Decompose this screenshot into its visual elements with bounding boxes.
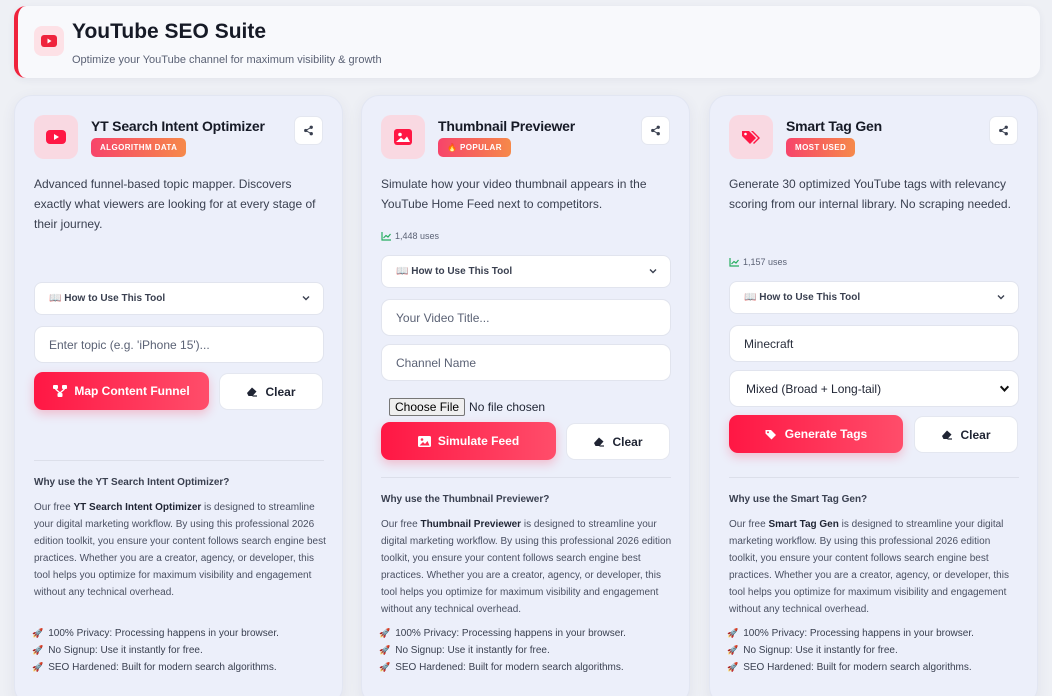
- simulate-feed-button[interactable]: Simulate Feed: [381, 422, 556, 460]
- file-status: No file chosen: [469, 400, 546, 414]
- chevron-down-icon: [302, 296, 310, 301]
- divider: [34, 460, 324, 461]
- card-title: Thumbnail Previewer: [438, 118, 576, 134]
- rocket-icon: 🚀: [727, 662, 739, 672]
- image-icon: [417, 435, 431, 447]
- why-body: Our free Thumbnail Previewer is designed…: [381, 519, 672, 615]
- why-title: Why use the YT Search Intent Optimizer?: [34, 477, 230, 488]
- sitemap-icon: [53, 385, 68, 397]
- why-title: Why use the Smart Tag Gen?: [729, 494, 868, 505]
- chevron-down-icon: [997, 295, 1005, 300]
- rocket-icon: 🚀: [727, 645, 739, 655]
- tag-mode-select[interactable]: Mixed (Broad + Long-tail): [729, 370, 1019, 407]
- how-to-use-toggle[interactable]: 📖 How to Use This Tool: [34, 282, 324, 315]
- why-body: Our free Smart Tag Gen is designed to st…: [729, 519, 1009, 615]
- choose-file-button[interactable]: Choose File: [389, 398, 466, 416]
- how-to-label: 📖 How to Use This Tool: [744, 292, 861, 303]
- rocket-icon: 🚀: [379, 662, 391, 672]
- feature-item: 🚀 No Signup: Use it instantly for free.: [32, 645, 203, 656]
- button-label: Map Content Funnel: [74, 384, 190, 398]
- how-to-label: 📖 How to Use This Tool: [396, 266, 513, 277]
- clear-button[interactable]: Clear: [219, 373, 323, 410]
- chevron-down-icon: [999, 385, 1010, 392]
- keyword-input[interactable]: Minecraft: [729, 325, 1019, 362]
- video-title-placeholder: Your Video Title...: [396, 310, 490, 325]
- youtube-play-icon: [34, 115, 78, 159]
- how-to-use-toggle[interactable]: 📖 How to Use This Tool: [729, 281, 1019, 314]
- feature-item: 🚀 SEO Hardened: Built for modern search a…: [727, 662, 972, 673]
- divider: [729, 477, 1019, 478]
- category-badge: ALGORITHM DATA: [91, 138, 187, 157]
- tag-mode-value: Mixed (Broad + Long-tail): [746, 381, 882, 396]
- youtube-logo-icon: [34, 26, 64, 56]
- feature-item: 🚀 No Signup: Use it instantly for free.: [379, 645, 550, 656]
- card-title: YT Search Intent Optimizer: [91, 118, 265, 134]
- video-title-input[interactable]: Your Video Title...: [381, 299, 671, 336]
- page-header: YouTube SEO Suite Optimize your YouTube …: [14, 6, 1040, 78]
- eraser-icon: [247, 387, 258, 397]
- tag-icon: [765, 429, 776, 439]
- chart-line-icon: [729, 257, 739, 267]
- share-button[interactable]: [294, 116, 323, 145]
- divider: [381, 477, 671, 478]
- channel-name-placeholder: Channel Name: [396, 355, 477, 370]
- feature-item: 🚀 100% Privacy: Processing happens in you…: [379, 628, 626, 639]
- topic-input-placeholder: Enter topic (e.g. 'iPhone 15')...: [49, 337, 210, 352]
- map-content-funnel-button[interactable]: Map Content Funnel: [34, 372, 209, 410]
- button-label: Generate Tags: [784, 427, 868, 441]
- card-description: Simulate how your video thumbnail appear…: [381, 177, 647, 211]
- eraser-icon: [942, 430, 953, 440]
- chevron-down-icon: [649, 269, 657, 274]
- share-button[interactable]: [641, 116, 670, 145]
- feature-item: 🚀 100% Privacy: Processing happens in you…: [727, 628, 974, 639]
- card-description: Generate 30 optimized YouTube tags with …: [729, 177, 1011, 211]
- how-to-label: 📖 How to Use This Tool: [49, 293, 166, 304]
- feature-item: 🚀 100% Privacy: Processing happens in you…: [32, 628, 279, 639]
- button-label: Clear: [265, 384, 296, 399]
- eraser-icon: [594, 437, 605, 447]
- feature-item: 🚀 SEO Hardened: Built for modern search a…: [379, 662, 624, 673]
- usage-count: 1,448 uses: [381, 231, 439, 241]
- tool-card-search-intent: YT Search Intent Optimizer ALGORITHM DAT…: [14, 95, 343, 696]
- rocket-icon: 🚀: [32, 628, 44, 638]
- generate-tags-button[interactable]: Generate Tags: [729, 415, 903, 453]
- rocket-icon: 🚀: [379, 628, 391, 638]
- why-body: Our free YT Search Intent Optimizer is d…: [34, 502, 326, 598]
- rocket-icon: 🚀: [727, 628, 739, 638]
- usage-count: 1,157 uses: [729, 257, 787, 267]
- chart-line-icon: [381, 231, 391, 241]
- tool-card-smart-tag-gen: Smart Tag Gen MOST USED Generate 30 opti…: [709, 95, 1038, 696]
- image-icon: [381, 115, 425, 159]
- share-button[interactable]: [989, 116, 1018, 145]
- category-badge: MOST USED: [786, 138, 856, 157]
- clear-button[interactable]: Clear: [566, 423, 670, 460]
- rocket-icon: 🚀: [32, 662, 44, 672]
- button-label: Clear: [960, 427, 991, 442]
- tag-icon: [729, 115, 773, 159]
- page-title: YouTube SEO Suite: [72, 20, 267, 43]
- why-title: Why use the Thumbnail Previewer?: [381, 494, 550, 505]
- button-label: Simulate Feed: [437, 434, 520, 448]
- channel-name-input[interactable]: Channel Name: [381, 344, 671, 381]
- card-title: Smart Tag Gen: [786, 118, 882, 134]
- rocket-icon: 🚀: [379, 645, 391, 655]
- keyword-input-value: Minecraft: [744, 336, 794, 351]
- tool-card-thumbnail-previewer: Thumbnail Previewer 🔥 POPULAR Simulate h…: [361, 95, 690, 696]
- rocket-icon: 🚀: [32, 645, 44, 655]
- topic-input[interactable]: Enter topic (e.g. 'iPhone 15')...: [34, 326, 324, 363]
- category-badge: 🔥 POPULAR: [438, 138, 511, 157]
- feature-item: 🚀 No Signup: Use it instantly for free.: [727, 645, 898, 656]
- clear-button[interactable]: Clear: [914, 416, 1018, 453]
- how-to-use-toggle[interactable]: 📖 How to Use This Tool: [381, 255, 671, 288]
- share-icon: [651, 125, 660, 136]
- share-icon: [304, 125, 313, 136]
- share-icon: [999, 125, 1008, 136]
- feature-item: 🚀 SEO Hardened: Built for modern search a…: [32, 662, 277, 673]
- thumbnail-file-input[interactable]: Choose File No file chosen: [389, 398, 545, 416]
- page-subtitle: Optimize your YouTube channel for maximu…: [72, 54, 382, 66]
- button-label: Clear: [612, 434, 643, 449]
- card-description: Advanced funnel-based topic mapper. Disc…: [34, 177, 316, 231]
